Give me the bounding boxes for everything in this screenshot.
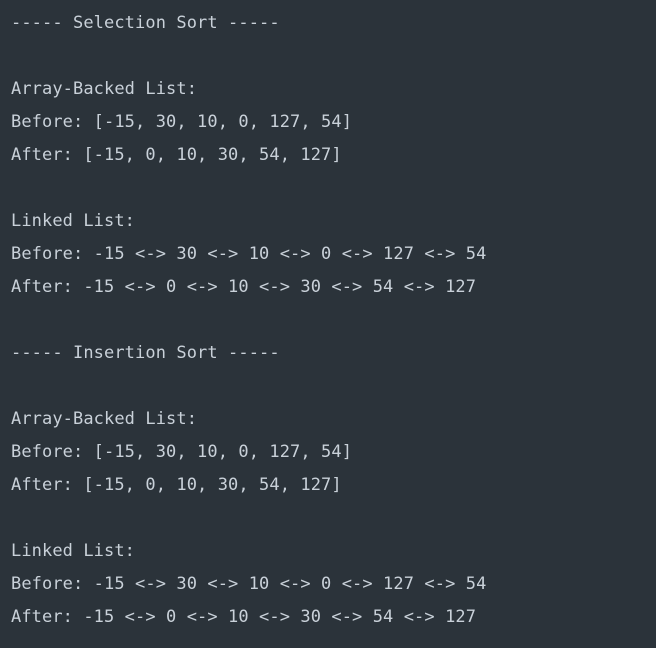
selection-linked-before: Before: -15 <-> 30 <-> 10 <-> 0 <-> 127 … (11, 244, 487, 264)
insertion-linked-title: Linked List: (11, 541, 136, 561)
insertion-array-before: Before: [-15, 30, 10, 0, 127, 54] (11, 442, 353, 462)
console-output[interactable]: ----- Selection Sort ----- Array-Backed … (0, 0, 656, 648)
insertion-array-title: Array-Backed List: (11, 409, 198, 429)
insertion-array-after: After: [-15, 0, 10, 30, 54, 127] (11, 475, 342, 495)
selection-linked-title: Linked List: (11, 211, 136, 231)
insertion-linked-before: Before: -15 <-> 30 <-> 10 <-> 0 <-> 127 … (11, 574, 487, 594)
selection-array-after: After: [-15, 0, 10, 30, 54, 127] (11, 145, 342, 165)
insertion-linked-after: After: -15 <-> 0 <-> 10 <-> 30 <-> 54 <-… (11, 607, 477, 627)
selection-linked-after: After: -15 <-> 0 <-> 10 <-> 30 <-> 54 <-… (11, 277, 477, 297)
selection-sort-header: ----- Selection Sort ----- (11, 13, 280, 33)
selection-array-title: Array-Backed List: (11, 79, 198, 99)
selection-array-before: Before: [-15, 30, 10, 0, 127, 54] (11, 112, 353, 132)
insertion-sort-header: ----- Insertion Sort ----- (11, 343, 280, 363)
